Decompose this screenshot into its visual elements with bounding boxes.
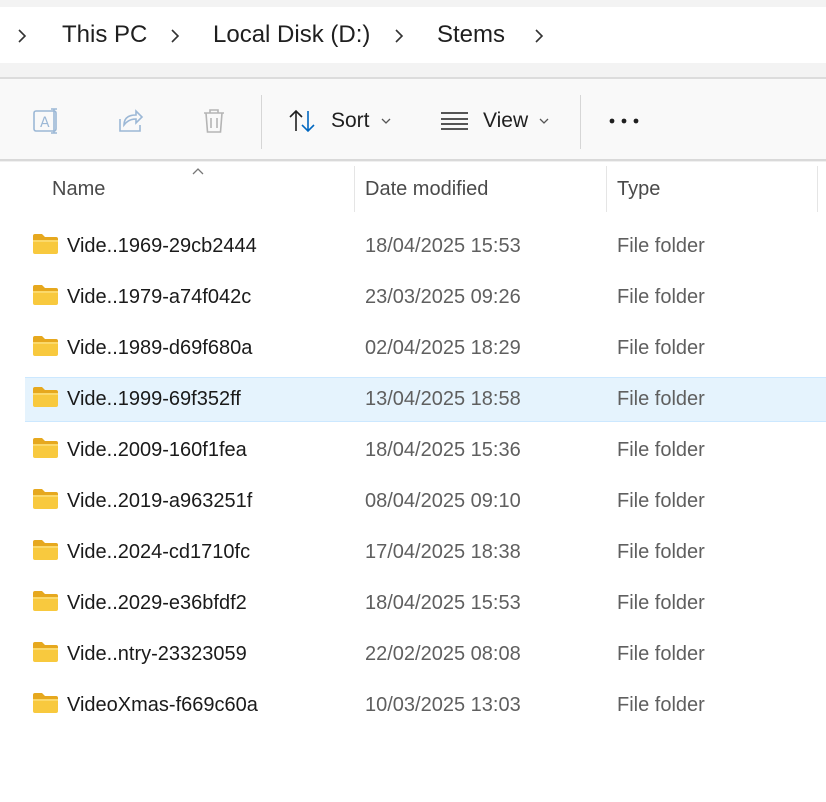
file-name: Vide..2019-a963251f [67,490,253,512]
file-date: 18/04/2025 15:36 [365,439,521,461]
address-bar[interactable]: This PC Local Disk (D:) Stems [0,7,826,63]
chevron-right-icon[interactable] [168,26,182,46]
file-type: File folder [617,490,705,512]
svg-text:A: A [40,115,50,131]
title-strip [0,0,826,7]
folder-icon [32,386,59,408]
file-type: File folder [617,388,705,410]
folder-icon [32,233,59,255]
table-row[interactable]: VideoXmas-f669c60a 10/03/2025 13:03 File f… [0,679,826,730]
folder-icon [32,284,59,306]
table-row[interactable]: Vide..2029-e36bfdf2 18/04/2025 15:53 File … [0,577,826,628]
file-type: File folder [617,286,705,308]
column-divider[interactable] [606,166,607,212]
rename-icon[interactable]: A [28,103,64,139]
view-button[interactable]: View [440,103,550,139]
file-name: Vide..ntry-23323059 [67,643,247,665]
share-icon[interactable] [112,103,148,139]
file-type: File folder [617,592,705,614]
sort-label: Sort [331,109,370,132]
folder-icon [32,488,59,510]
file-date: 13/04/2025 18:58 [365,388,521,410]
chevron-right-icon[interactable] [532,26,546,46]
file-type: File folder [617,439,705,461]
column-divider[interactable] [817,166,818,212]
sort-button[interactable]: Sort [287,103,392,139]
file-name: Vide..1999-69f352ff [67,388,241,410]
folder-icon [32,692,59,714]
file-type: File folder [617,337,705,359]
file-date: 17/04/2025 18:38 [365,541,521,563]
file-type: File folder [617,235,705,257]
folder-icon [32,641,59,663]
table-row[interactable]: Vide..1999-69f352ff 13/04/2025 18:58 File … [0,373,826,424]
table-row[interactable]: Vide..2019-a963251f 08/04/2025 09:10 File … [0,475,826,526]
sort-ascending-icon [191,163,205,181]
folder-icon [32,437,59,459]
file-name: Vide..1969-29cb2444 [67,235,257,257]
address-bar-gap [0,63,826,77]
breadcrumb-stems[interactable]: Stems [437,20,505,50]
breadcrumb-local-disk[interactable]: Local Disk (D:) [213,20,370,50]
file-date: 08/04/2025 09:10 [365,490,521,512]
chevron-down-icon [538,112,550,130]
delete-icon[interactable] [196,103,232,139]
table-row[interactable]: Vide..1979-a74f042c 23/03/2025 09:26 File … [0,271,826,322]
divider [0,161,826,162]
file-name: Vide..2024-cd1710fc [67,541,251,563]
table-row[interactable]: Vide..2024-cd1710fc 17/04/2025 18:38 File … [0,526,826,577]
table-row[interactable]: Vide..1989-d69f680a 02/04/2025 18:29 File … [0,322,826,373]
file-name: Vide..2029-e36bfdf2 [67,592,247,614]
more-icon [608,117,640,125]
view-label: View [483,109,529,132]
sort-icon [287,106,317,136]
file-type: File folder [617,694,705,716]
chevron-right-icon[interactable] [392,26,406,46]
file-type: File folder [617,643,705,665]
file-list: Vide..1969-29cb2444 18/04/2025 15:53 File … [0,220,826,730]
chevron-right-icon[interactable] [15,26,29,46]
chevron-down-icon [380,112,392,130]
file-date: 10/03/2025 13:03 [365,694,521,716]
table-row[interactable]: Vide..ntry-23323059 22/02/2025 08:08 File … [0,628,826,679]
column-header-type[interactable]: Type [617,176,660,202]
file-name: VideoXmas-f669c60a [67,694,258,716]
file-type: File folder [617,541,705,563]
file-name: Vide..1979-a74f042c [67,286,252,308]
folder-icon [32,590,59,612]
toolbar-separator [261,95,262,149]
file-date: 23/03/2025 09:26 [365,286,521,308]
column-header-name[interactable]: Name [52,176,105,202]
breadcrumb-this-pc[interactable]: This PC [62,20,147,50]
folder-icon [32,539,59,561]
column-header-date[interactable]: Date modified [365,176,488,202]
table-row[interactable]: Vide..1969-29cb2444 18/04/2025 15:53 File … [0,220,826,271]
column-divider[interactable] [354,166,355,212]
more-options-button[interactable] [608,103,640,139]
file-name: Vide..1989-d69f680a [67,337,253,359]
file-date: 18/04/2025 15:53 [365,235,521,257]
file-date: 22/02/2025 08:08 [365,643,521,665]
table-row[interactable]: Vide..2009-160f1fea 18/04/2025 15:36 File … [0,424,826,475]
file-date: 18/04/2025 15:53 [365,592,521,614]
file-name: Vide..2009-160f1fea [67,439,247,461]
file-date: 02/04/2025 18:29 [365,337,521,359]
folder-icon [32,335,59,357]
toolbar-separator [580,95,581,149]
view-list-icon [440,110,469,132]
